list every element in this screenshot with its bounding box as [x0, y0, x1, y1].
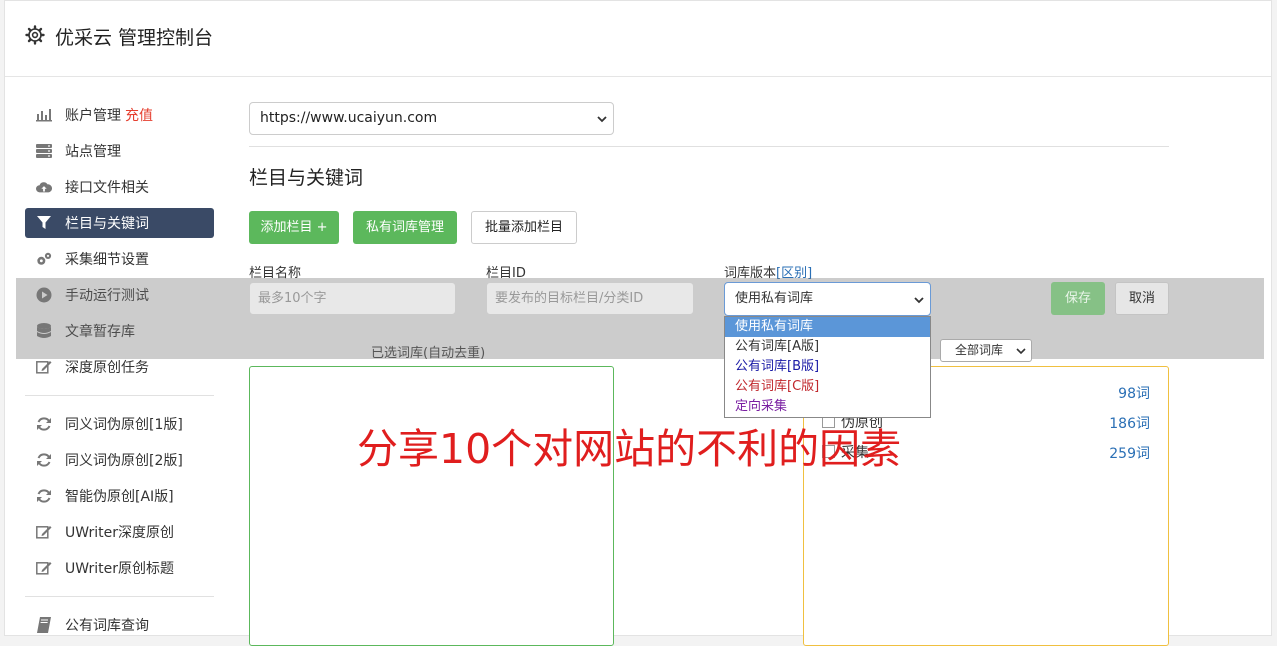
- lib-count: 186词: [1109, 416, 1150, 432]
- sidebar-divider: [25, 596, 214, 597]
- sidebar-item-label: 深度原创任务: [65, 360, 149, 376]
- section-title: 栏目与关键词: [249, 167, 364, 189]
- recharge-link[interactable]: 充值: [125, 105, 153, 125]
- filter-icon: [36, 215, 52, 231]
- overlay-banner-text: 分享10个对网站的不利的因素: [357, 425, 902, 473]
- dropdown-option-public-b[interactable]: 公有词库[B版]: [725, 357, 930, 377]
- batch-add-button[interactable]: 批量添加栏目: [471, 211, 577, 244]
- sidebar-item-label: 采集细节设置: [65, 252, 149, 268]
- sidebar-item-uwriter-title[interactable]: UWriter原创标题: [25, 553, 214, 583]
- sidebar-item-label: 栏目与关键词: [65, 216, 149, 232]
- save-button[interactable]: 保存: [1051, 282, 1105, 315]
- sidebar-item-interface-files[interactable]: 接口文件相关: [25, 172, 214, 202]
- book-icon: [36, 617, 52, 633]
- private-lib-button[interactable]: 私有词库管理: [353, 211, 457, 244]
- gear-icon: [25, 25, 45, 45]
- sidebar-item-columns-keywords[interactable]: 栏目与关键词: [25, 208, 214, 238]
- edit-icon: [36, 560, 52, 576]
- edit-icon: [36, 359, 52, 375]
- console-card: 优采云 管理控制台 账户管理 充值 站点管理 接口文件相关 栏目与关键词 采集细…: [4, 0, 1272, 646]
- section-divider: [249, 146, 1169, 147]
- sidebar-item-account[interactable]: 账户管理 充值: [25, 100, 214, 130]
- page-title: 优采云 管理控制台: [55, 27, 214, 49]
- sidebar-item-label: UWriter深度原创: [65, 525, 174, 541]
- version-select-value: 使用私有词库: [735, 291, 814, 306]
- chevron-down-icon: [914, 297, 924, 304]
- lib-count: 98词: [1118, 386, 1150, 402]
- lib-filter-select[interactable]: 全部词库: [940, 339, 1032, 362]
- lib-filter-value: 全部词库: [955, 343, 1004, 357]
- sidebar-item-label: 接口文件相关: [65, 180, 149, 196]
- sidebar-item-label: 站点管理: [65, 144, 121, 160]
- sidebar-item-label: 公有词库查询: [65, 618, 149, 634]
- site-select-value: https://www.ucaiyun.com: [260, 110, 438, 126]
- selected-lib-title: 已选词库(自动去重): [371, 346, 486, 361]
- sidebar-item-uwriter-deep[interactable]: UWriter深度原创: [25, 517, 214, 547]
- sidebar-divider: [25, 395, 214, 396]
- sidebar-item-label: 同义词伪原创[2版]: [65, 453, 183, 469]
- sidebar-item-sites[interactable]: 站点管理: [25, 136, 214, 166]
- selected-lib-panel: [249, 366, 614, 646]
- dropdown-option-public-a[interactable]: 公有词库[A版]: [725, 337, 930, 357]
- sidebar-item-label: 账户管理: [65, 108, 121, 124]
- column-id-input[interactable]: 要发布的目标栏目/分类ID: [486, 282, 694, 315]
- sidebar-item-ai-rewrite[interactable]: 智能伪原创[AI版]: [25, 481, 214, 511]
- sidebar-item-collect-settings[interactable]: 采集细节设置: [25, 244, 214, 274]
- version-select[interactable]: 使用私有词库: [724, 282, 931, 316]
- refresh-icon: [36, 416, 52, 432]
- chevron-down-icon: [1016, 348, 1026, 355]
- sidebar-item-synonym-v1[interactable]: 同义词伪原创[1版]: [25, 409, 214, 439]
- cancel-button[interactable]: 取消: [1115, 282, 1169, 315]
- sidebar-item-label: 智能伪原创[AI版]: [65, 489, 174, 505]
- chevron-down-icon: [597, 116, 607, 123]
- page-header: 优采云 管理控制台: [5, 1, 1271, 77]
- sidebar-item-synonym-v2[interactable]: 同义词伪原创[2版]: [25, 445, 214, 475]
- refresh-icon: [36, 488, 52, 504]
- lib-count: 259词: [1109, 446, 1150, 462]
- column-name-input[interactable]: 最多10个字: [249, 282, 456, 315]
- refresh-icon: [36, 452, 52, 468]
- dropdown-option-targeted[interactable]: 定向采集: [725, 397, 930, 417]
- add-column-button[interactable]: 添加栏目 +: [249, 211, 339, 244]
- sidebar-item-label: UWriter原创标题: [65, 561, 174, 577]
- dropdown-option-private[interactable]: 使用私有词库: [725, 317, 930, 337]
- server-icon: [36, 143, 52, 159]
- dropdown-option-public-c[interactable]: 公有词库[C版]: [725, 377, 930, 397]
- sidebar-item-label: 同义词伪原创[1版]: [65, 417, 183, 433]
- edit-icon: [36, 524, 52, 540]
- site-select[interactable]: https://www.ucaiyun.com: [249, 102, 614, 135]
- version-dropdown-list: 使用私有词库 公有词库[A版] 公有词库[B版] 公有词库[C版] 定向采集: [724, 316, 931, 418]
- cloud-upload-icon: [36, 179, 52, 195]
- bar-chart-icon: [36, 107, 52, 123]
- cogs-icon: [36, 251, 52, 267]
